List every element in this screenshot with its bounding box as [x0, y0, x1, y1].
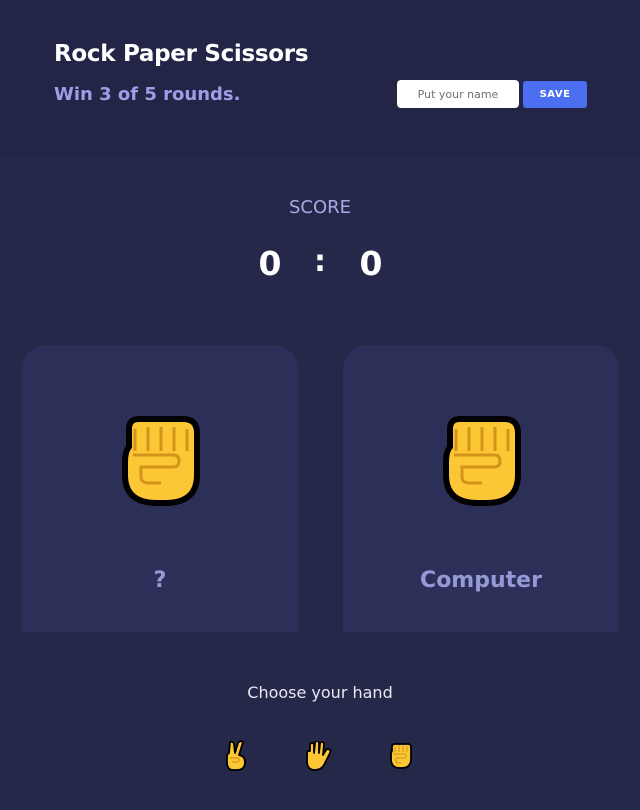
fist-icon: [121, 415, 201, 509]
name-input[interactable]: [397, 80, 519, 108]
scissors-hand-icon: [226, 740, 246, 771]
rock-button[interactable]: [385, 738, 417, 774]
paper-hand-icon: [306, 741, 332, 771]
paper-button[interactable]: [301, 738, 333, 774]
player-score: 0: [258, 244, 282, 283]
player-card: ?: [22, 345, 298, 632]
fist-icon: [442, 415, 522, 509]
page-subtitle: Win 3 of 5 rounds.: [54, 84, 241, 105]
page-title: Rock Paper Scissors: [54, 41, 309, 67]
player-label: ?: [153, 568, 167, 593]
header: Rock Paper Scissors Win 3 of 5 rounds. S…: [0, 0, 640, 155]
save-button[interactable]: SAVE: [523, 81, 587, 108]
scissors-button[interactable]: [220, 738, 252, 774]
score-display: 0 : 0: [0, 244, 640, 284]
choose-hand-label: Choose your hand: [247, 683, 393, 702]
score-separator: :: [314, 244, 326, 279]
computer-label: Computer: [420, 568, 542, 593]
rock-hand-icon: [390, 743, 412, 769]
score-label: SCORE: [288, 197, 352, 218]
computer-card: Computer: [343, 345, 619, 632]
computer-score: 0: [359, 244, 383, 283]
